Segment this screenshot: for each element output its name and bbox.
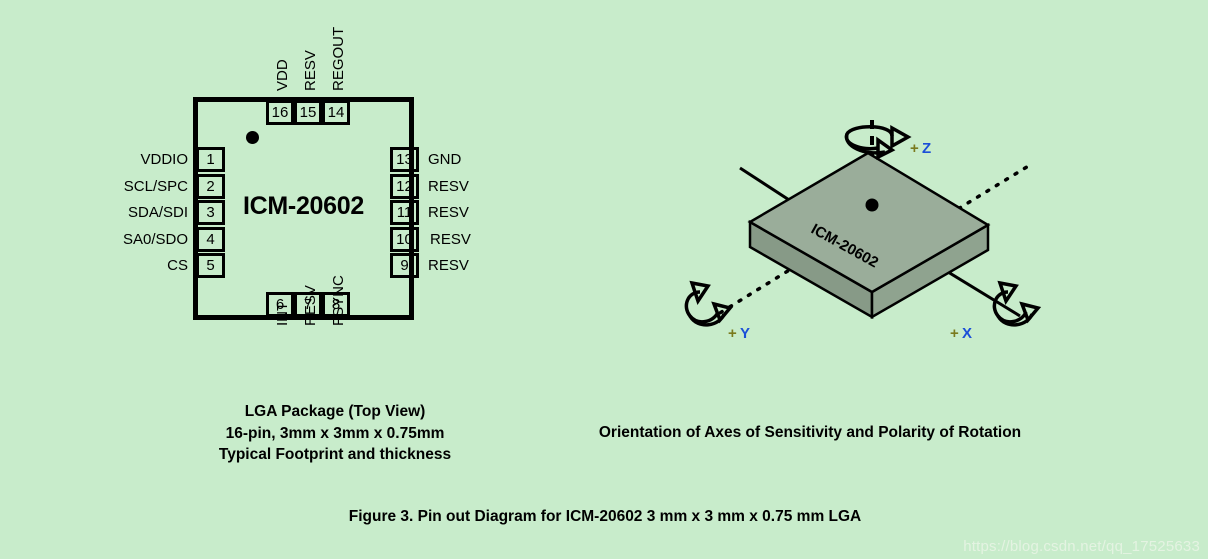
pin-label-regout: REGOUT (330, 26, 347, 91)
z-axis-plus-sign: + (910, 140, 919, 157)
package-origin-dot (865, 198, 879, 212)
pad-1[interactable]: 1 (196, 147, 225, 172)
pin-label-cs: CS (167, 257, 188, 274)
pin-label-fsync: FSYNC (330, 275, 347, 326)
z-axis-letter: Z (922, 140, 931, 157)
pad-15[interactable]: 15 (294, 100, 322, 125)
pin1-orientation-dot (246, 131, 259, 144)
pad-13[interactable]: 13 (390, 147, 419, 172)
pad-2[interactable]: 2 (196, 174, 225, 199)
lga-caption-line-1: LGA Package (Top View) (244, 403, 426, 420)
pad-5[interactable]: 5 (196, 253, 225, 278)
pin-label-resv-15: RESV (302, 50, 319, 91)
axes-orientation-drawing: ICM-20602 + Z + Y + X (684, 120, 1042, 342)
y-axis-label: + Y (728, 325, 750, 342)
pin-label-resv-7: RESV (302, 285, 319, 326)
y-axis-plus-sign: + (728, 325, 737, 342)
z-axis-label: + Z (910, 140, 931, 157)
axes-orientation-view: ICM-20602 + Z + Y + X (640, 120, 1060, 350)
pin-label-resv-10: RESV (430, 231, 471, 248)
pin-label-int: INT (274, 301, 291, 326)
pad-9[interactable]: 9 (390, 253, 419, 278)
watermark-url: https://blog.csdn.net/qq_17525633 (963, 538, 1200, 555)
axes-caption: Orientation of Axes of Sensitivity and P… (598, 424, 1022, 441)
pin-label-sda-sdi: SDA/SDI (127, 204, 188, 221)
pad-16[interactable]: 16 (266, 100, 294, 125)
x-axis-letter: X (962, 325, 972, 342)
figure-canvas: ICM-20602 16 15 14 VDD RESV REGOUT 1 2 3… (0, 0, 1208, 559)
pin-label-resv-9: RESV (428, 257, 469, 274)
package-3d-body (747, 151, 991, 320)
pad-11[interactable]: 11 (390, 200, 419, 225)
pin-label-resv-12: RESV (428, 178, 469, 195)
pad-4[interactable]: 4 (196, 227, 225, 252)
y-axis-letter: Y (740, 325, 750, 342)
pin-label-scl-spc: SCL/SPC (123, 178, 188, 195)
pin-label-vdd: VDD (274, 59, 291, 91)
pin-label-resv-11: RESV (428, 204, 469, 221)
pin-label-sa0-sdo: SA0/SDO (122, 231, 188, 248)
pad-12[interactable]: 12 (390, 174, 419, 199)
x-axis-plus-sign: + (950, 325, 959, 342)
pad-14[interactable]: 14 (322, 100, 350, 125)
pad-3[interactable]: 3 (196, 200, 225, 225)
chip-part-number: ICM-20602 (243, 192, 364, 220)
x-axis-label: + X (950, 325, 972, 342)
lga-caption-line-2: 16-pin, 3mm x 3mm x 0.75mm (225, 424, 445, 442)
figure-caption: Figure 3. Pin out Diagram for ICM-20602 … (348, 508, 862, 525)
z-rotation-arrow (844, 125, 894, 155)
y-rotation-arrowheads (689, 280, 734, 324)
pad-10[interactable]: 10 (390, 227, 419, 252)
pin-label-vddio: VDDIO (140, 151, 188, 168)
lga-caption-line-3: Typical Footprint and thickness (218, 446, 452, 463)
lga-caption: LGA Package (Top View) 16-pin, 3mm x 3mm… (160, 401, 510, 466)
pin-label-gnd: GND (428, 151, 462, 168)
